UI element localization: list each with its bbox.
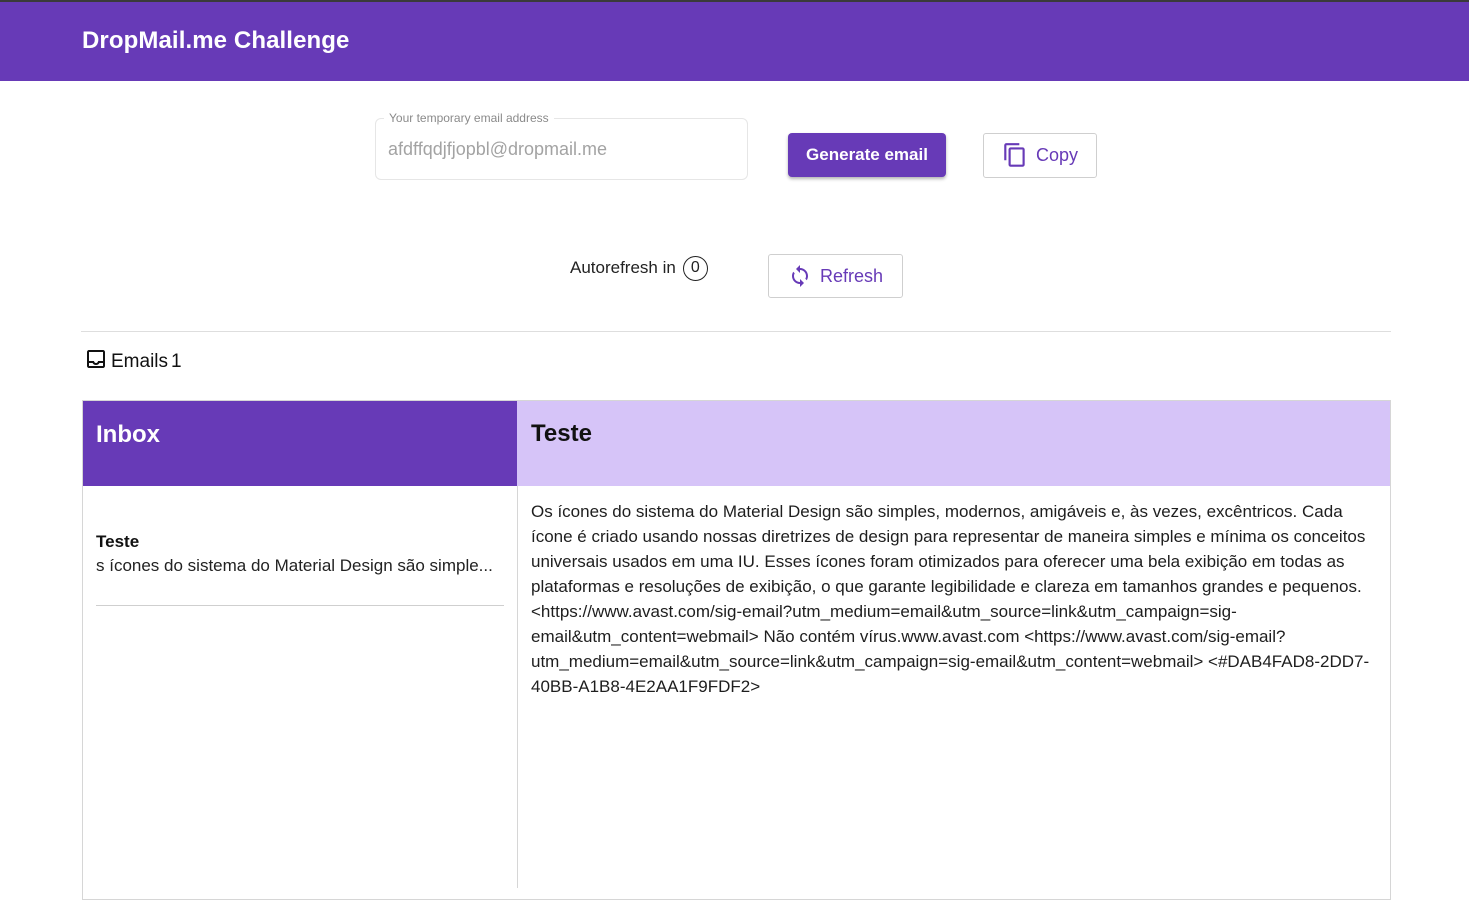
autorefresh-counter: 0 [682,255,708,281]
autorefresh-label: Autorefresh in [570,258,676,277]
inbox-header: Inbox [83,401,517,486]
copy-button[interactable]: Copy [983,133,1097,178]
emails-count-header: Emails 1 [84,347,182,377]
email-body: Os ícones do sistema do Material Design … [531,502,1370,696]
refresh-button[interactable]: Refresh [768,254,903,298]
app-bar: DropMail.me Challenge [0,2,1469,81]
refresh-button-label: Refresh [819,265,884,286]
email-detail-subject: Teste [531,420,592,447]
email-field-label: Your temporary email address [384,111,554,125]
email-detail-header: Teste [517,401,1390,486]
inbox-icon [84,347,108,377]
section-divider [81,331,1391,332]
generate-email-button[interactable]: Generate email [788,133,946,177]
copy-icon [1002,142,1028,170]
column-separator [517,486,518,888]
emails-label: Emails [111,351,169,372]
app-title: DropMail.me Challenge [82,27,350,54]
autorefresh-indicator: Autorefresh in 0 [570,255,708,281]
email-item-preview: s ícones do sistema do Material Design s… [96,556,493,575]
email-address-input[interactable] [388,136,733,162]
refresh-icon [788,263,812,289]
inbox-title: Inbox [96,421,160,448]
emails-count: 1 [171,351,182,372]
copy-button-label: Copy [1035,145,1079,165]
list-item[interactable]: Teste s ícones do sistema do Material De… [96,530,504,606]
email-item-subject: Teste [96,532,140,551]
email-address-field: Your temporary email address [375,111,748,180]
